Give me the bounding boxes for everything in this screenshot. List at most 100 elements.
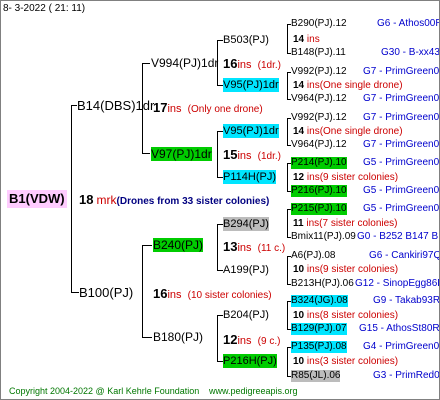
g4-a-ins-label: ins [237, 59, 252, 71]
connector [287, 301, 288, 329]
lower-ins-note: (10 sister colonies) [187, 290, 272, 301]
g3-b240-ins-note: (11 c.) [257, 243, 286, 254]
g4-v95-a[interactable]: V95(PJ)1dr [223, 78, 279, 92]
connector [217, 315, 218, 361]
g5-row-15[interactable]: Bmix11(PJ).09 [291, 231, 356, 243]
g3-v97[interactable]: V97(PJ)1dr [151, 147, 212, 161]
g5-ins-1: 14 ins [293, 34, 320, 45]
connector [71, 105, 72, 293]
g5-row-1[interactable]: B290(PJ).12 [291, 18, 347, 30]
g5-info-1: G6 - Athos00R [377, 18, 440, 29]
g3-b180-ins-number: 12 [223, 332, 238, 347]
lower-ins-number: 16 [153, 286, 168, 301]
g4-b503[interactable]: B503(PJ) [223, 33, 269, 47]
g5-info-22: G4 - PrimGreen00 [363, 341, 440, 352]
g3-b180-ins-label: ins [237, 335, 252, 347]
g5-ins-13: 11 ins(7 sister colonies) [293, 218, 398, 229]
g5-ins-22: 10 ins(3 sister colonies) [293, 356, 399, 367]
g3-b240-ins-number: 13 [223, 239, 238, 254]
g5-row-19[interactable]: B324(JG).08 [291, 295, 348, 307]
date-stamp: 8- 3-2022 ( 21: 11) [3, 3, 86, 14]
g3-b240-ins-label: ins [237, 242, 252, 254]
root-note: (Drones from 33 sister colonies) [116, 196, 270, 207]
upper-ins-number: 17 [153, 100, 168, 115]
g5-info-15: G0 - B252 B147 B [357, 231, 439, 242]
g5-row-4[interactable]: V992(PJ).12 [291, 66, 347, 78]
connector [287, 209, 288, 237]
footer-site-link[interactable]: www.pedigreeapis.org [209, 385, 298, 397]
g5-row-10[interactable]: P214(PJ).10 [291, 157, 347, 169]
g5-info-12: G5 - PrimGreen00 [363, 185, 440, 196]
g5-row-16[interactable]: A6(PJ).08 [291, 250, 335, 262]
g3-b180-ins-note: (9 c.) [257, 336, 281, 347]
connector [142, 153, 150, 154]
connector [142, 245, 143, 337]
g5-info-16: G6 - Cankiri97Q [369, 250, 440, 261]
g4-a-ins-number: 16 [223, 56, 238, 71]
g3-b240[interactable]: B240(PJ) [153, 238, 204, 252]
g3-b240-ins: 13ins (11 c.) [223, 239, 285, 256]
g4-p114h[interactable]: P114H(PJ) [223, 170, 276, 184]
g3-b180[interactable]: B180(PJ) [153, 330, 203, 344]
connector [287, 256, 288, 284]
g4-v95-b[interactable]: V95(PJ)1dr [223, 124, 279, 138]
g3-v994[interactable]: V994(PJ)1dr [151, 56, 218, 70]
root-mrk: mrk [96, 193, 117, 207]
g5-info-18: G12 - SinopEgg86R [355, 278, 440, 289]
g4-a199[interactable]: A199(PJ) [223, 263, 269, 277]
g5-row-21[interactable]: B129(PJ).07 [291, 323, 347, 335]
connector [287, 24, 288, 53]
g4-a-ins-note: (1dr.) [257, 60, 281, 71]
g3-v97-ins-label: ins [237, 150, 252, 162]
g5-row-12[interactable]: P216(PJ).10 [291, 185, 347, 197]
g5-row-24[interactable]: R85(JL).06 [291, 370, 341, 382]
connector [142, 337, 152, 338]
g5-ins-4: 14 ins(One single drone) [293, 80, 403, 91]
g5-ins-19: 10 ins(8 sister colonies) [293, 310, 399, 321]
root-ins-number: 18 [79, 192, 94, 207]
g5-row-6[interactable]: V964(PJ).12 [291, 93, 347, 105]
g3-v97-ins-note: (1dr.) [257, 151, 281, 162]
g3-v97-ins: 15ins (1dr.) [223, 147, 281, 164]
g5-info-24: G3 - PrimRed01 [373, 370, 440, 381]
g5-row-13[interactable]: P215(PJ).10 [291, 203, 347, 215]
g5-info-21: G15 - AthosSt80R [359, 323, 440, 334]
g5-info-19: G9 - Takab93R [373, 295, 440, 306]
footer-copyright: Copyright 2004-2022 @ Karl Kehrle Founda… [9, 386, 200, 396]
g3-v97-ins-number: 15 [223, 147, 238, 162]
connector [71, 292, 79, 293]
g5-ins-7: 14 ins(One single drone) [293, 126, 403, 137]
connector [287, 118, 288, 145]
connector [287, 72, 288, 99]
connector [217, 131, 218, 177]
g5-row-7[interactable]: V992(PJ).12 [291, 112, 347, 124]
connector [142, 63, 150, 64]
connector [287, 163, 288, 191]
g5-info-13: G5 - PrimGreen00 [363, 203, 440, 214]
g5-ins-16: 10 ins(9 sister colonies) [293, 264, 399, 275]
g5-info-9: G7 - PrimGreen00 [363, 139, 440, 150]
lower-ins-line: 16ins (10 sister colonies) [153, 286, 272, 303]
root-ins-line: 18 mrk(Drones from 33 sister colonies) [79, 192, 269, 209]
g4-b294[interactable]: B294(PJ) [223, 217, 269, 231]
root-queen[interactable]: B1(VDW) [7, 190, 67, 208]
g5-row-18[interactable]: B213H(PJ).06 [291, 278, 354, 290]
sire-lower[interactable]: B100(PJ) [79, 285, 133, 301]
g4-p216h[interactable]: P216H(PJ) [223, 354, 277, 368]
g3-b180-ins: 12ins (9 c.) [223, 332, 280, 349]
connector [217, 224, 218, 270]
g5-info-10: G5 - PrimGreen00 [363, 157, 440, 168]
connector [142, 245, 152, 246]
g5-row-9[interactable]: V964(PJ).12 [291, 139, 347, 151]
g5-row-22[interactable]: P135(PJ).08 [291, 341, 347, 353]
g4-b204[interactable]: B204(PJ) [223, 308, 269, 322]
g5-info-7: G7 - PrimGreen00 [363, 112, 440, 123]
g5-row-3[interactable]: B148(PJ).11 [291, 47, 346, 59]
upper-ins-line: 17ins (Only one drone) [153, 100, 263, 117]
upper-ins-label: ins [167, 103, 182, 115]
sire-upper[interactable]: B14(DBS)1dr [77, 98, 154, 114]
lower-ins-label: ins [167, 289, 182, 301]
pedigree-chart: 8- 3-2022 ( 21: 11) B1(VDW) 18 mrk(Drone… [0, 0, 440, 400]
connector [287, 347, 288, 376]
g5-info-4: G7 - PrimGreen00 [363, 66, 440, 77]
